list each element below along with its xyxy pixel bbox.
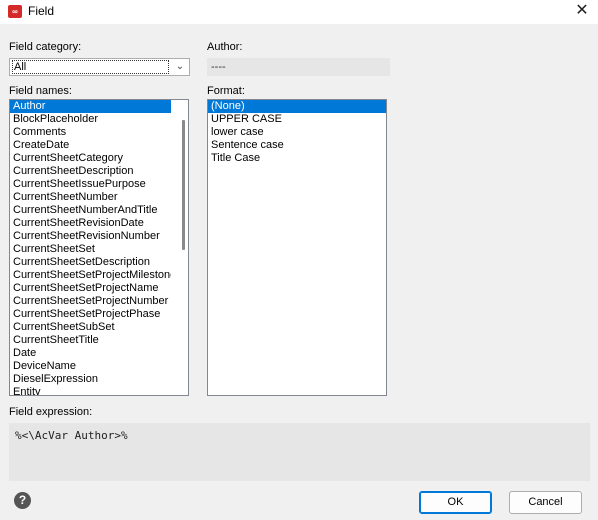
field-name-item[interactable]: CurrentSheetSet (10, 243, 171, 256)
field-names-scrollbar[interactable] (182, 120, 185, 250)
field-name-item[interactable]: BlockPlaceholder (10, 113, 171, 126)
field-name-item[interactable]: CurrentSheetDescription (10, 165, 171, 178)
ok-button[interactable]: OK (419, 491, 492, 514)
field-category-value: All (12, 60, 169, 74)
format-item[interactable]: Title Case (208, 152, 386, 165)
field-name-item[interactable]: CreateDate (10, 139, 171, 152)
author-value-field: ---- (207, 58, 390, 76)
window-title: Field (28, 4, 55, 18)
field-expression-text: %<\AcVar Author>% (15, 429, 128, 442)
field-name-item[interactable]: CurrentSheetCategory (10, 152, 171, 165)
field-name-item[interactable]: CurrentSheetTitle (10, 334, 171, 347)
field-expression-label: Field expression: (9, 406, 93, 418)
field-names-list[interactable]: Author BlockPlaceholder Comments CreateDate… (9, 99, 189, 396)
format-item[interactable]: Sentence case (208, 139, 386, 152)
app-logo-icon: ∞ (8, 5, 22, 18)
field-name-item[interactable]: Entity (10, 386, 171, 395)
field-expression-box: %<\AcVar Author>% (9, 423, 590, 481)
field-category-dropdown[interactable]: All ⌄ (9, 58, 190, 76)
format-label: Format: (207, 85, 245, 97)
field-name-item[interactable]: Comments (10, 126, 171, 139)
field-name-item[interactable]: Date (10, 347, 171, 360)
field-name-item[interactable]: CurrentSheetRevisionDate (10, 217, 171, 230)
field-name-item[interactable]: CurrentSheetIssuePurpose (10, 178, 171, 191)
field-name-item[interactable]: DeviceName (10, 360, 171, 373)
field-name-item[interactable]: DieselExpression (10, 373, 171, 386)
close-icon[interactable]: ✕ (574, 2, 590, 20)
author-label: Author: (207, 41, 243, 53)
format-list[interactable]: (None) UPPER CASE lower case Sentence case T… (207, 99, 387, 396)
field-names-label: Field names: (9, 85, 72, 97)
field-name-item[interactable]: CurrentSheetSetProjectPhase (10, 308, 171, 321)
field-name-item[interactable]: CurrentSheetNumberAndTitle (10, 204, 171, 217)
cancel-button[interactable]: Cancel (509, 491, 582, 514)
field-name-item[interactable]: CurrentSheetSetProjectName (10, 282, 171, 295)
field-name-item[interactable]: Author (10, 100, 171, 113)
field-name-item[interactable]: CurrentSheetNumber (10, 191, 171, 204)
format-item[interactable]: lower case (208, 126, 386, 139)
title-bar: ∞ Field ✕ (0, 0, 598, 24)
field-name-item[interactable]: CurrentSheetSetProjectMilestone (10, 269, 171, 282)
field-name-item[interactable]: CurrentSheetSubSet (10, 321, 171, 334)
field-name-item[interactable]: CurrentSheetSetProjectNumber (10, 295, 171, 308)
field-name-item[interactable]: CurrentSheetRevisionNumber (10, 230, 171, 243)
help-icon[interactable]: ? (14, 492, 31, 509)
format-item[interactable]: UPPER CASE (208, 113, 386, 126)
chevron-down-icon[interactable]: ⌄ (173, 59, 187, 75)
format-item[interactable]: (None) (208, 100, 386, 113)
field-category-label: Field category: (9, 41, 82, 53)
field-name-item[interactable]: CurrentSheetSetDescription (10, 256, 171, 269)
